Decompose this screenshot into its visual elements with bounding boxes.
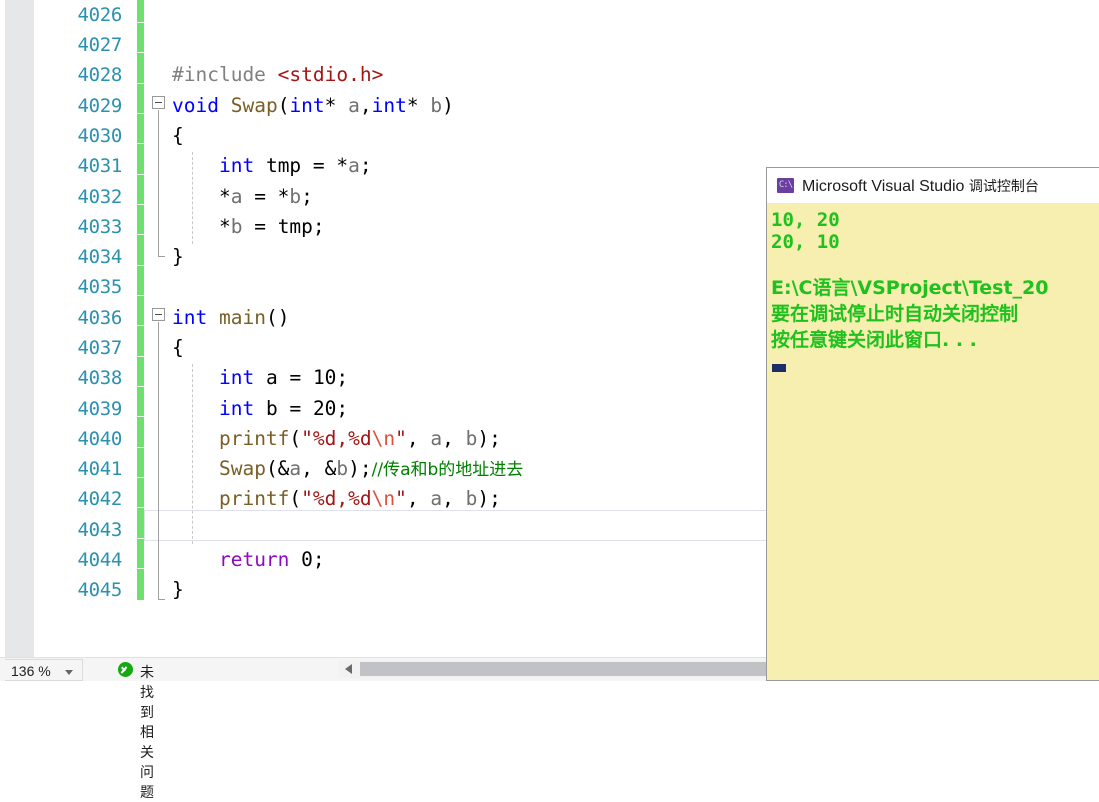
console-cursor xyxy=(772,364,786,372)
var-a: a xyxy=(230,185,243,208)
console-title: Microsoft Visual Studio 调试控制台 xyxy=(802,176,1039,196)
escape-sequence: \n xyxy=(371,427,396,450)
function-swap: Swap xyxy=(218,457,266,480)
literal-0: 0 xyxy=(301,548,313,571)
line-number: 4039 xyxy=(77,398,122,420)
line-number: 4029 xyxy=(77,95,122,117)
keyword-int: int xyxy=(218,366,255,389)
keyword-void: void xyxy=(172,94,219,117)
console-app-icon: C:\ xyxy=(777,178,794,193)
line-number: 4035 xyxy=(77,276,122,298)
console-line: 按任意键关闭此窗口. . . xyxy=(771,329,977,351)
keyword-int: int xyxy=(218,397,255,420)
literal-20: 20 xyxy=(312,397,337,420)
caret-left-icon[interactable] xyxy=(345,664,352,674)
function-main: main xyxy=(218,306,266,329)
var-b: b xyxy=(465,487,478,510)
param-a: a xyxy=(348,94,360,117)
var-b: b xyxy=(289,185,302,208)
console-output-area[interactable]: 10, 20 20, 10 E:\C语言\VSProject\Test_20 要… xyxy=(768,204,1099,680)
function-printf: printf xyxy=(218,427,290,450)
line-number: 4042 xyxy=(77,488,122,510)
console-title-app: Microsoft Visual Studio xyxy=(802,178,969,195)
console-line: 要在调试停止时自动关闭控制 xyxy=(771,303,1019,325)
var-tmp: tmp xyxy=(265,154,302,177)
line-number: 4028 xyxy=(77,64,122,86)
var-b: b xyxy=(265,397,278,420)
var-a: a xyxy=(430,427,443,450)
keyword-int: int xyxy=(289,94,325,117)
string-literal-close: " xyxy=(395,427,407,450)
var-b: b xyxy=(230,215,243,238)
line-number: 4030 xyxy=(77,125,122,147)
var-a: a xyxy=(430,487,443,510)
chevron-down-icon[interactable] xyxy=(65,670,73,675)
current-line-highlight xyxy=(144,510,780,541)
zoom-level-control[interactable]: 136 % xyxy=(5,659,83,681)
function-swap: Swap xyxy=(230,94,278,117)
function-printf: printf xyxy=(218,487,290,510)
line-number: 4026 xyxy=(77,4,122,26)
console-title-cjk: 调试控制台 xyxy=(968,178,1039,194)
string-literal: "%d,%d xyxy=(301,487,372,510)
check-circle-icon xyxy=(118,662,133,677)
line-number: 4031 xyxy=(77,155,122,177)
var-b: b xyxy=(336,457,349,480)
keyword-int: int xyxy=(172,306,208,329)
debug-console-window[interactable]: C:\ Microsoft Visual Studio 调试控制台 10, 20… xyxy=(766,167,1099,681)
literal-10: 10 xyxy=(312,366,337,389)
line-number: 4044 xyxy=(77,549,122,571)
keyword-return: return xyxy=(218,548,290,571)
keyword-int: int xyxy=(218,154,255,177)
preprocessor-token: #include xyxy=(172,63,266,86)
zoom-level-value: 136 % xyxy=(11,663,51,679)
line-number: 4041 xyxy=(77,458,122,480)
line-number-column: 4026 4027 4028 4029 4030 4031 4032 4033 … xyxy=(34,0,134,657)
editor-selection-margin[interactable] xyxy=(5,0,34,657)
code-line[interactable]: #include <stdio.h> xyxy=(144,60,1099,90)
line-number: 4032 xyxy=(77,186,122,208)
header-token: <stdio.h> xyxy=(277,63,384,86)
var-a: a xyxy=(348,154,360,177)
console-title-bar[interactable]: C:\ Microsoft Visual Studio 调试控制台 xyxy=(767,168,1099,203)
console-line: 20, 10 xyxy=(771,231,840,253)
param-b: b xyxy=(430,94,443,117)
issue-status-label: 未找到相关问题 xyxy=(140,664,154,800)
string-literal-close: " xyxy=(395,487,407,510)
line-comment: //传a和b的地址进去 xyxy=(371,460,524,480)
line-number: 4043 xyxy=(77,519,122,541)
line-number: 4037 xyxy=(77,337,122,359)
console-line: E:\C语言\VSProject\Test_20 xyxy=(771,277,1049,299)
line-number: 4036 xyxy=(77,307,122,329)
keyword-int: int xyxy=(371,94,407,117)
var-a: a xyxy=(289,457,302,480)
string-literal: "%d,%d xyxy=(301,427,372,450)
escape-sequence: \n xyxy=(371,487,396,510)
change-indicator-bar xyxy=(137,0,144,600)
var-a: a xyxy=(265,366,278,389)
line-number: 4038 xyxy=(77,367,122,389)
var-tmp: tmp xyxy=(277,215,313,238)
line-number: 4045 xyxy=(77,579,122,601)
line-number: 4034 xyxy=(77,246,122,268)
line-number: 4040 xyxy=(77,428,122,450)
console-line: 10, 20 xyxy=(771,209,840,231)
line-number: 4033 xyxy=(77,216,122,238)
code-line[interactable]: { xyxy=(144,121,1099,151)
code-line[interactable]: void Swap(int* a,int* b) xyxy=(144,91,1099,121)
line-number: 4027 xyxy=(77,34,122,56)
var-b: b xyxy=(465,427,478,450)
